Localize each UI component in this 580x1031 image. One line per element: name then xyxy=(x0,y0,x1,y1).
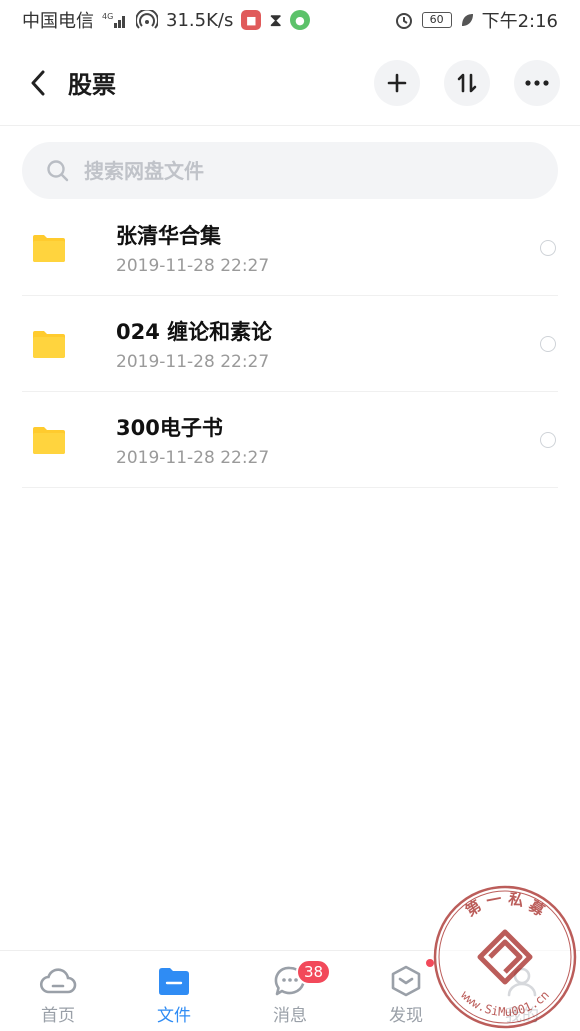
search-input[interactable] xyxy=(84,158,504,183)
discover-cube-icon xyxy=(391,965,421,997)
file-date: 2019-11-28 22:27 xyxy=(116,447,270,468)
network-speed: 31.5K/s xyxy=(166,9,234,31)
add-button[interactable] xyxy=(374,59,420,106)
file-row[interactable]: 张清华合集 2019-11-28 22:27 xyxy=(22,200,558,296)
search-icon xyxy=(47,159,69,181)
file-row[interactable]: 024 缠论和素论 2019-11-28 22:27 xyxy=(22,296,558,392)
file-text: 300电子书 2019-11-28 22:27 xyxy=(116,412,269,468)
status-bar: 中国电信 4G 31.5K/s ■ ⧗ ● 60 下午2:16 xyxy=(0,0,580,40)
status-left: 中国电信 4G 31.5K/s ■ ⧗ ● xyxy=(22,7,310,33)
file-date: 2019-11-28 22:27 xyxy=(116,351,270,372)
select-checkbox[interactable] xyxy=(540,335,556,352)
alarm-icon xyxy=(394,10,414,30)
nav-item-me[interactable]: 我的 xyxy=(464,951,580,1031)
header-actions xyxy=(374,59,560,106)
battery-icon: 60 xyxy=(421,12,452,28)
hotspot-icon xyxy=(136,10,158,30)
more-dots-icon xyxy=(525,79,549,86)
record-icon: ■ xyxy=(241,10,262,30)
status-right: 60 下午2:16 xyxy=(394,7,558,33)
notification-dot xyxy=(426,959,434,967)
select-checkbox[interactable] xyxy=(540,239,556,256)
leaf-icon xyxy=(460,12,474,28)
file-text: 张清华合集 2019-11-28 22:27 xyxy=(116,220,269,276)
select-checkbox[interactable] xyxy=(540,431,556,448)
file-date: 2019-11-28 22:27 xyxy=(116,255,270,276)
file-row[interactable]: 300电子书 2019-11-28 22:27 xyxy=(22,392,558,488)
unread-count-badge: 38 xyxy=(296,959,332,985)
page-title: 股票 xyxy=(68,71,116,99)
file-name: 300电子书 xyxy=(116,415,223,440)
bottom-nav: 首页 文件 消息 38 发现 我的 xyxy=(0,950,580,1031)
signal-icon: 4G xyxy=(102,11,128,29)
folder-icon xyxy=(32,329,96,359)
cloud-icon xyxy=(39,968,77,994)
nav-label-messages: 消息 xyxy=(273,1006,307,1026)
nav-label-files: 文件 xyxy=(157,1006,191,1026)
folder-icon xyxy=(32,233,96,263)
more-button[interactable] xyxy=(514,59,560,106)
file-text: 024 缠论和素论 2019-11-28 22:27 xyxy=(116,316,272,372)
app-header: 股票 xyxy=(0,40,580,126)
chevron-left-icon xyxy=(31,70,45,95)
hourglass-icon: ⧗ xyxy=(269,9,282,31)
sort-button[interactable] xyxy=(444,59,490,106)
profile-icon xyxy=(507,967,537,997)
file-name: 张清华合集 xyxy=(116,223,221,248)
folder-filled-icon xyxy=(159,968,189,995)
nav-label-home: 首页 xyxy=(41,1006,75,1026)
file-list: 张清华合集 2019-11-28 22:27 024 缠论和素论 2019-11… xyxy=(22,200,558,488)
back-button[interactable] xyxy=(20,63,56,103)
nav-item-home[interactable]: 首页 xyxy=(0,951,116,1031)
carrier-label: 中国电信 xyxy=(22,11,94,32)
app-notification-icon: ● xyxy=(289,10,310,30)
file-name: 024 缠论和素论 xyxy=(116,319,273,344)
nav-item-discover[interactable]: 发现 xyxy=(348,951,464,1031)
search-bar[interactable] xyxy=(22,142,558,199)
nav-label-discover: 发现 xyxy=(389,1006,423,1026)
plus-icon xyxy=(387,73,407,92)
sort-icon xyxy=(457,73,477,92)
svg-text:4G: 4G xyxy=(102,12,113,21)
clock-time: 下午2:16 xyxy=(481,11,558,32)
nav-label-me: 我的 xyxy=(505,1006,539,1026)
folder-icon xyxy=(32,425,96,455)
nav-item-files[interactable]: 文件 xyxy=(116,951,232,1031)
nav-item-messages[interactable]: 消息 38 xyxy=(232,951,348,1031)
watermark-top-text: 第 一 私 募 xyxy=(462,890,548,921)
